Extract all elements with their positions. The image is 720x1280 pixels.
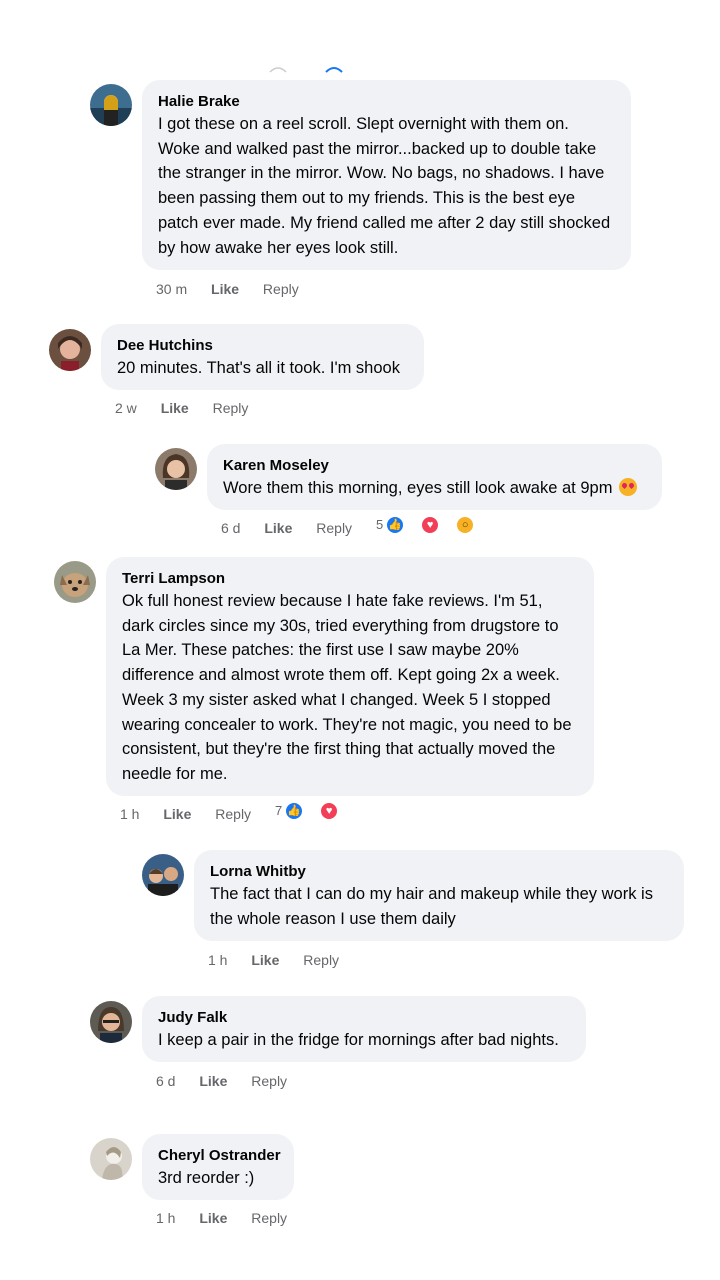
comment-bubble: Halie Brake I got these on a reel scroll… xyxy=(142,80,631,270)
comment-text: The fact that I can do my hair and makeu… xyxy=(210,885,653,928)
avatar[interactable] xyxy=(90,1138,132,1180)
heart-eyes-emoji xyxy=(619,478,638,496)
comment-author[interactable]: Judy Falk xyxy=(158,1008,570,1028)
reaction-summary[interactable]: 7 👍 ♥ xyxy=(275,801,359,821)
comment-actions: 2 w Like Reply xyxy=(115,398,268,418)
reply-button[interactable]: Reply xyxy=(215,806,251,822)
comment-text: I got these on a reel scroll. Slept over… xyxy=(158,115,611,257)
comment-author[interactable]: Dee Hutchins xyxy=(117,336,408,356)
comment-time[interactable]: 6 d xyxy=(156,1073,175,1089)
comment-bubble: Dee Hutchins 20 minutes. That's all it t… xyxy=(101,324,424,390)
love-reaction-icon: ♥ xyxy=(319,801,340,821)
reply-button[interactable]: Reply xyxy=(251,1073,287,1089)
avatar[interactable] xyxy=(90,1001,132,1043)
like-button[interactable]: Like xyxy=(161,400,189,416)
comment-actions: 1 h Like Reply 7 👍 ♥ xyxy=(120,801,379,824)
comment-text: 3rd reorder :) xyxy=(158,1169,255,1187)
comment-bubble: Cheryl Ostrander 3rd reorder :) xyxy=(142,1134,294,1200)
avatar[interactable] xyxy=(142,854,184,896)
comment-text: 20 minutes. That's all it took. I'm shoo… xyxy=(117,359,400,377)
comment-bubble: Karen Moseley Wore them this morning, ey… xyxy=(207,444,662,510)
comment-author[interactable]: Terri Lampson xyxy=(122,569,578,589)
cropped-top-edge xyxy=(269,67,343,73)
like-button[interactable]: Like xyxy=(211,281,239,297)
like-button[interactable]: Like xyxy=(163,806,191,822)
reply-button[interactable]: Reply xyxy=(251,1210,287,1226)
like-reaction-icon: 👍 xyxy=(385,515,406,535)
comment-time[interactable]: 6 d xyxy=(221,520,240,536)
like-button[interactable]: Like xyxy=(199,1073,227,1089)
avatar[interactable] xyxy=(54,561,96,603)
avatar[interactable] xyxy=(90,84,132,126)
comment-time[interactable]: 30 m xyxy=(156,281,187,297)
comment-time[interactable]: 2 w xyxy=(115,400,137,416)
reply-button[interactable]: Reply xyxy=(213,400,249,416)
comment-bubble: Lorna Whitby The fact that I can do my h… xyxy=(194,850,684,941)
comment-bubble: Terri Lampson Ok full honest review beca… xyxy=(106,557,594,796)
reaction-count: 7 xyxy=(274,803,283,818)
reply-button[interactable]: Reply xyxy=(316,520,352,536)
love-reaction-icon: ♥ xyxy=(420,515,441,535)
comment-author[interactable]: Cheryl Ostrander xyxy=(158,1146,281,1166)
like-button[interactable]: Like xyxy=(264,520,292,536)
comment-author[interactable]: Karen Moseley xyxy=(223,456,646,476)
like-reaction-icon: 👍 xyxy=(284,801,305,821)
like-button[interactable]: Like xyxy=(251,952,279,968)
comment-actions: 6 d Like Reply xyxy=(156,1071,307,1091)
reaction-summary[interactable]: 5 👍 ♥ ○ xyxy=(376,515,495,535)
reply-button[interactable]: Reply xyxy=(263,281,299,297)
comment-actions: 1 h Like Reply xyxy=(156,1208,307,1228)
comment-text: I keep a pair in the fridge for mornings… xyxy=(158,1031,559,1049)
comment-time[interactable]: 1 h xyxy=(120,806,139,822)
comment-time[interactable]: 1 h xyxy=(208,952,227,968)
comment-time[interactable]: 1 h xyxy=(156,1210,175,1226)
comment-text: Wore them this morning, eyes still look … xyxy=(223,476,646,501)
comment-actions: 1 h Like Reply xyxy=(208,950,359,970)
reaction-count: 5 xyxy=(375,517,384,532)
avatar[interactable] xyxy=(49,329,91,371)
like-button[interactable]: Like xyxy=(199,1210,227,1226)
comment-actions: 6 d Like Reply 5 👍 ♥ ○ xyxy=(221,515,495,538)
comment-text: Ok full honest review because I hate fak… xyxy=(122,592,572,783)
comment-actions: 30 m Like Reply xyxy=(156,279,319,299)
comment-author[interactable]: Halie Brake xyxy=(158,92,615,112)
avatar[interactable] xyxy=(155,448,197,490)
wow-reaction-icon: ○ xyxy=(455,515,476,535)
comment-author[interactable]: Lorna Whitby xyxy=(210,862,668,882)
comment-bubble: Judy Falk I keep a pair in the fridge fo… xyxy=(142,996,586,1062)
reply-button[interactable]: Reply xyxy=(303,952,339,968)
